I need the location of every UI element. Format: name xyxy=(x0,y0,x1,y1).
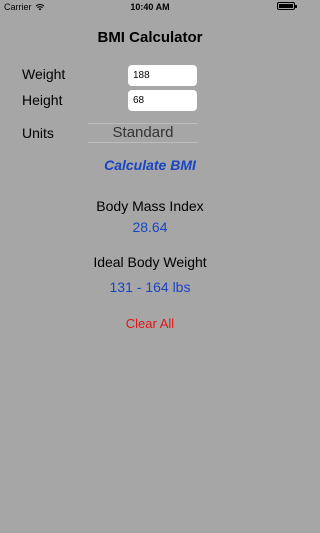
bmi-value: 28.64 xyxy=(132,219,168,235)
bmi-label: Body Mass Index xyxy=(96,198,204,214)
status-time: 10:40 AM xyxy=(130,2,170,12)
battery-icon xyxy=(277,2,297,10)
height-input[interactable] xyxy=(128,90,197,111)
calculate-bmi-button[interactable]: Calculate BMI xyxy=(0,157,300,173)
page-title: BMI Calculator xyxy=(97,29,203,46)
units-picker[interactable]: Standard xyxy=(88,123,198,143)
weight-input[interactable] xyxy=(128,65,197,86)
app-screen: Carrier 10:40 AM BMI Calculator Weight H… xyxy=(0,0,300,533)
status-bar: Carrier 10:40 AM xyxy=(0,0,300,14)
ideal-weight-value: 131 - 164 lbs xyxy=(109,279,191,295)
height-label: Height xyxy=(22,92,63,108)
clear-all-button[interactable]: Clear All xyxy=(0,316,300,331)
ideal-weight-label: Ideal Body Weight xyxy=(93,254,207,270)
units-label: Units xyxy=(22,125,54,141)
weight-label: Weight xyxy=(22,66,66,82)
